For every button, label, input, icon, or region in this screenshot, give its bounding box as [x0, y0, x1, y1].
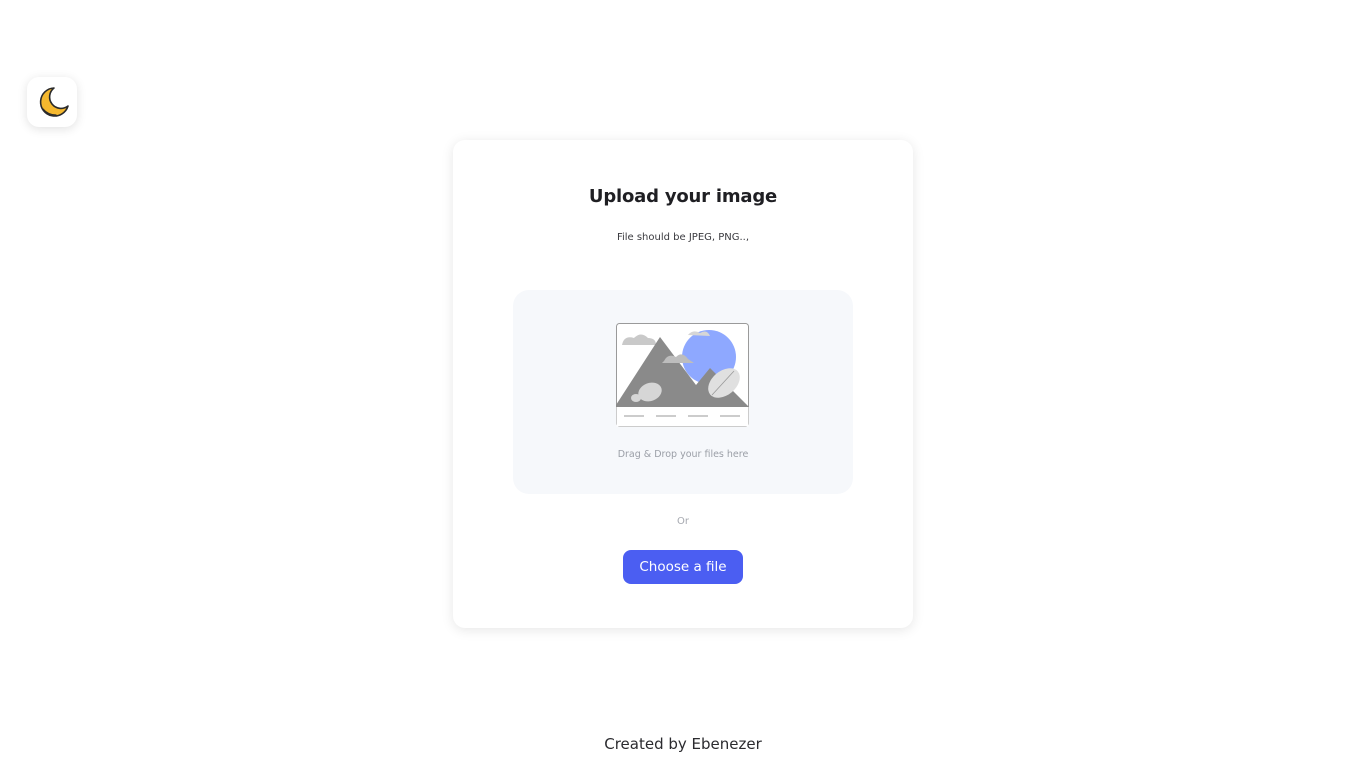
moon-icon	[39, 87, 69, 117]
upload-card: Upload your image File should be JPEG, P…	[453, 140, 913, 628]
dropzone[interactable]: Drag & Drop your files here	[513, 290, 853, 494]
or-divider-label: Or	[677, 516, 689, 527]
choose-file-button[interactable]: Choose a file	[623, 550, 743, 584]
upload-title: Upload your image	[588, 186, 778, 207]
image-placeholder-icon	[616, 323, 749, 427]
upload-subtitle: File should be JPEG, PNG..,	[616, 232, 750, 243]
footer-credit: Created by Ebenezer	[604, 735, 762, 753]
dropzone-text: Drag & Drop your files here	[617, 449, 749, 460]
theme-toggle-button[interactable]	[27, 77, 77, 127]
page: Upload your image File should be JPEG, P…	[0, 0, 1366, 768]
